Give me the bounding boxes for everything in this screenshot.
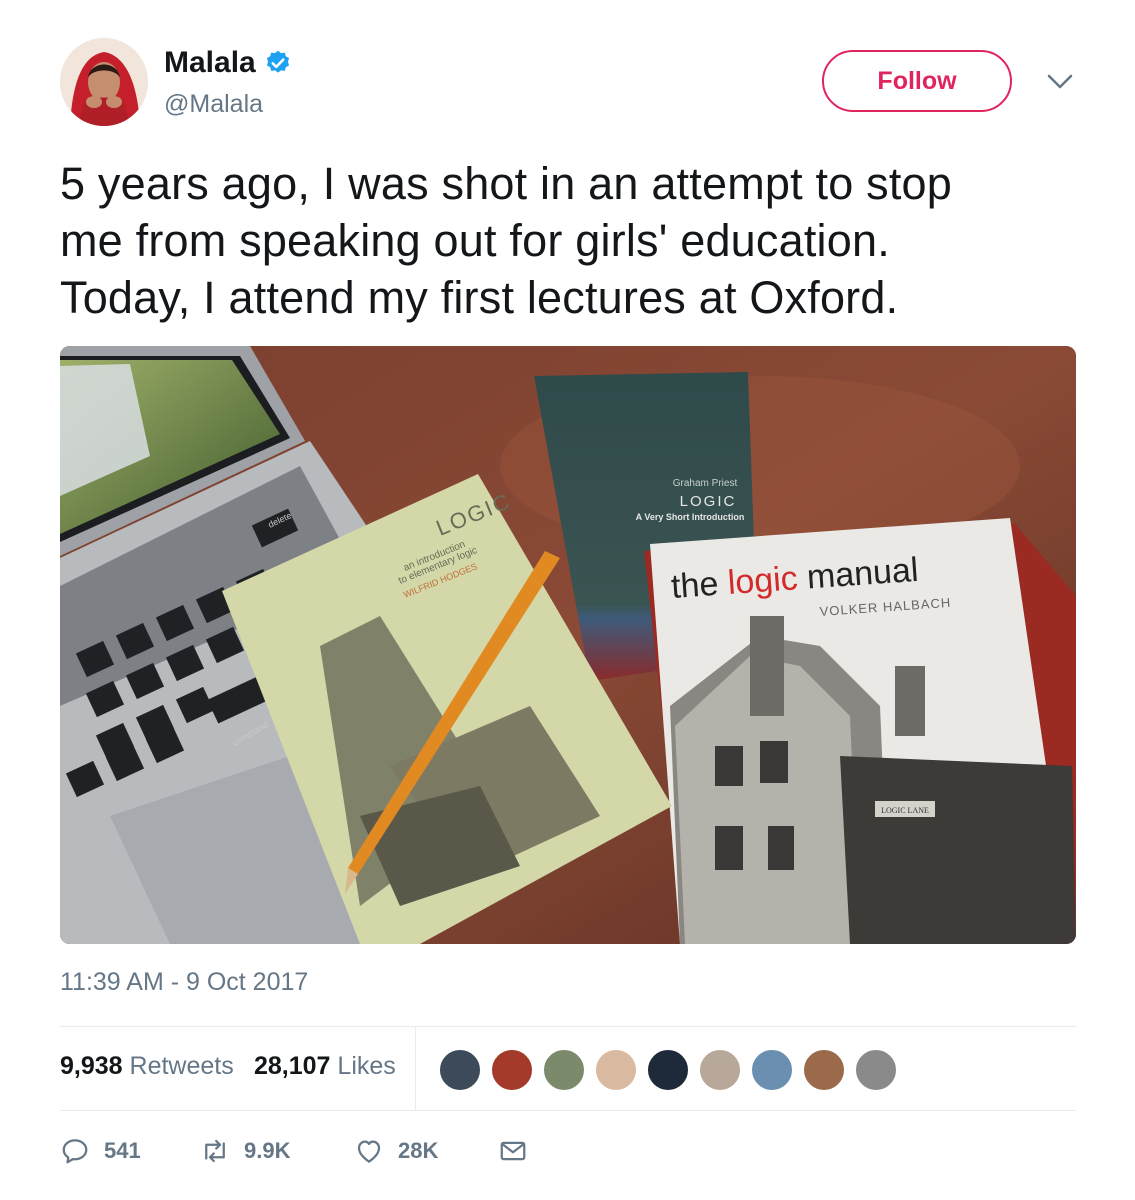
retweet-count: 9.9K bbox=[244, 1138, 291, 1163]
divider bbox=[60, 1110, 1076, 1111]
tweet-stats: 9,938 Retweets 28,107 Likes bbox=[60, 1026, 1076, 1110]
tweet-photo[interactable]: delete command Graham Priest LOGIC A Ver… bbox=[60, 346, 1076, 944]
book-logic-manual: the logic manual VOLKER HALBACH LOGIC LA… bbox=[644, 518, 1076, 944]
liker-avatar[interactable] bbox=[594, 1048, 638, 1092]
avatar[interactable] bbox=[60, 38, 148, 126]
liker-avatar[interactable] bbox=[698, 1048, 742, 1092]
avatar-image bbox=[60, 38, 148, 126]
liker-avatar[interactable] bbox=[438, 1048, 482, 1092]
like-button[interactable]: 28K bbox=[354, 1136, 438, 1166]
liker-avatar[interactable] bbox=[750, 1048, 794, 1092]
tweet-actions: 541 9.9K 28K bbox=[60, 1130, 1076, 1178]
heart-icon bbox=[357, 1140, 381, 1163]
liker-avatar[interactable] bbox=[854, 1048, 898, 1092]
liker-avatar[interactable] bbox=[542, 1048, 586, 1092]
tweet-text-line: 5 years ago, I was shot in an attempt to… bbox=[60, 158, 952, 209]
stats-separator bbox=[415, 1026, 416, 1110]
like-count: 28K bbox=[398, 1138, 439, 1163]
tweet-text: 5 years ago, I was shot in an attempt to… bbox=[60, 155, 1080, 326]
direct-message-button[interactable] bbox=[498, 1136, 528, 1166]
likes-label: Likes bbox=[337, 1052, 396, 1080]
timestamp[interactable]: 11:39 AM - 9 Oct 2017 bbox=[60, 968, 308, 997]
reply-count: 541 bbox=[104, 1138, 141, 1163]
tweet-text-line: Today, I attend my first lectures at Oxf… bbox=[60, 272, 899, 323]
liker-avatar[interactable] bbox=[802, 1048, 846, 1092]
display-name[interactable]: Malala bbox=[164, 46, 256, 80]
reply-icon bbox=[62, 1139, 88, 1164]
verified-badge-icon bbox=[266, 50, 289, 73]
name-row: Malala bbox=[164, 46, 292, 80]
photo-text: Graham Priest bbox=[673, 478, 738, 489]
follow-button[interactable]: Follow bbox=[822, 50, 1012, 112]
likes-stat[interactable]: 28,107 Likes bbox=[254, 1052, 396, 1081]
likes-count: 28,107 bbox=[254, 1052, 331, 1080]
photo-text: LOGIC LANE bbox=[881, 806, 929, 815]
photo-illustration: delete command Graham Priest LOGIC A Ver… bbox=[60, 346, 1076, 944]
photo-text: A Very Short Introduction bbox=[636, 512, 745, 522]
handle[interactable]: @Malala bbox=[164, 90, 263, 119]
chevron-down-icon[interactable] bbox=[1046, 72, 1074, 92]
liker-avatar[interactable] bbox=[490, 1048, 534, 1092]
retweet-button[interactable]: 9.9K bbox=[200, 1136, 290, 1166]
reply-button[interactable]: 541 bbox=[60, 1136, 141, 1166]
retweets-stat[interactable]: 9,938 Retweets bbox=[60, 1052, 234, 1081]
tweet-header: Malala @Malala Follow bbox=[60, 38, 1080, 130]
retweet-icon bbox=[205, 1139, 225, 1163]
tweet-text-line: me from speaking out for girls' educatio… bbox=[60, 215, 890, 266]
retweets-label: Retweets bbox=[129, 1052, 234, 1080]
liker-avatar[interactable] bbox=[646, 1048, 690, 1092]
photo-text: LOGIC bbox=[680, 493, 737, 510]
envelope-icon bbox=[500, 1141, 526, 1161]
retweets-count: 9,938 bbox=[60, 1052, 123, 1080]
